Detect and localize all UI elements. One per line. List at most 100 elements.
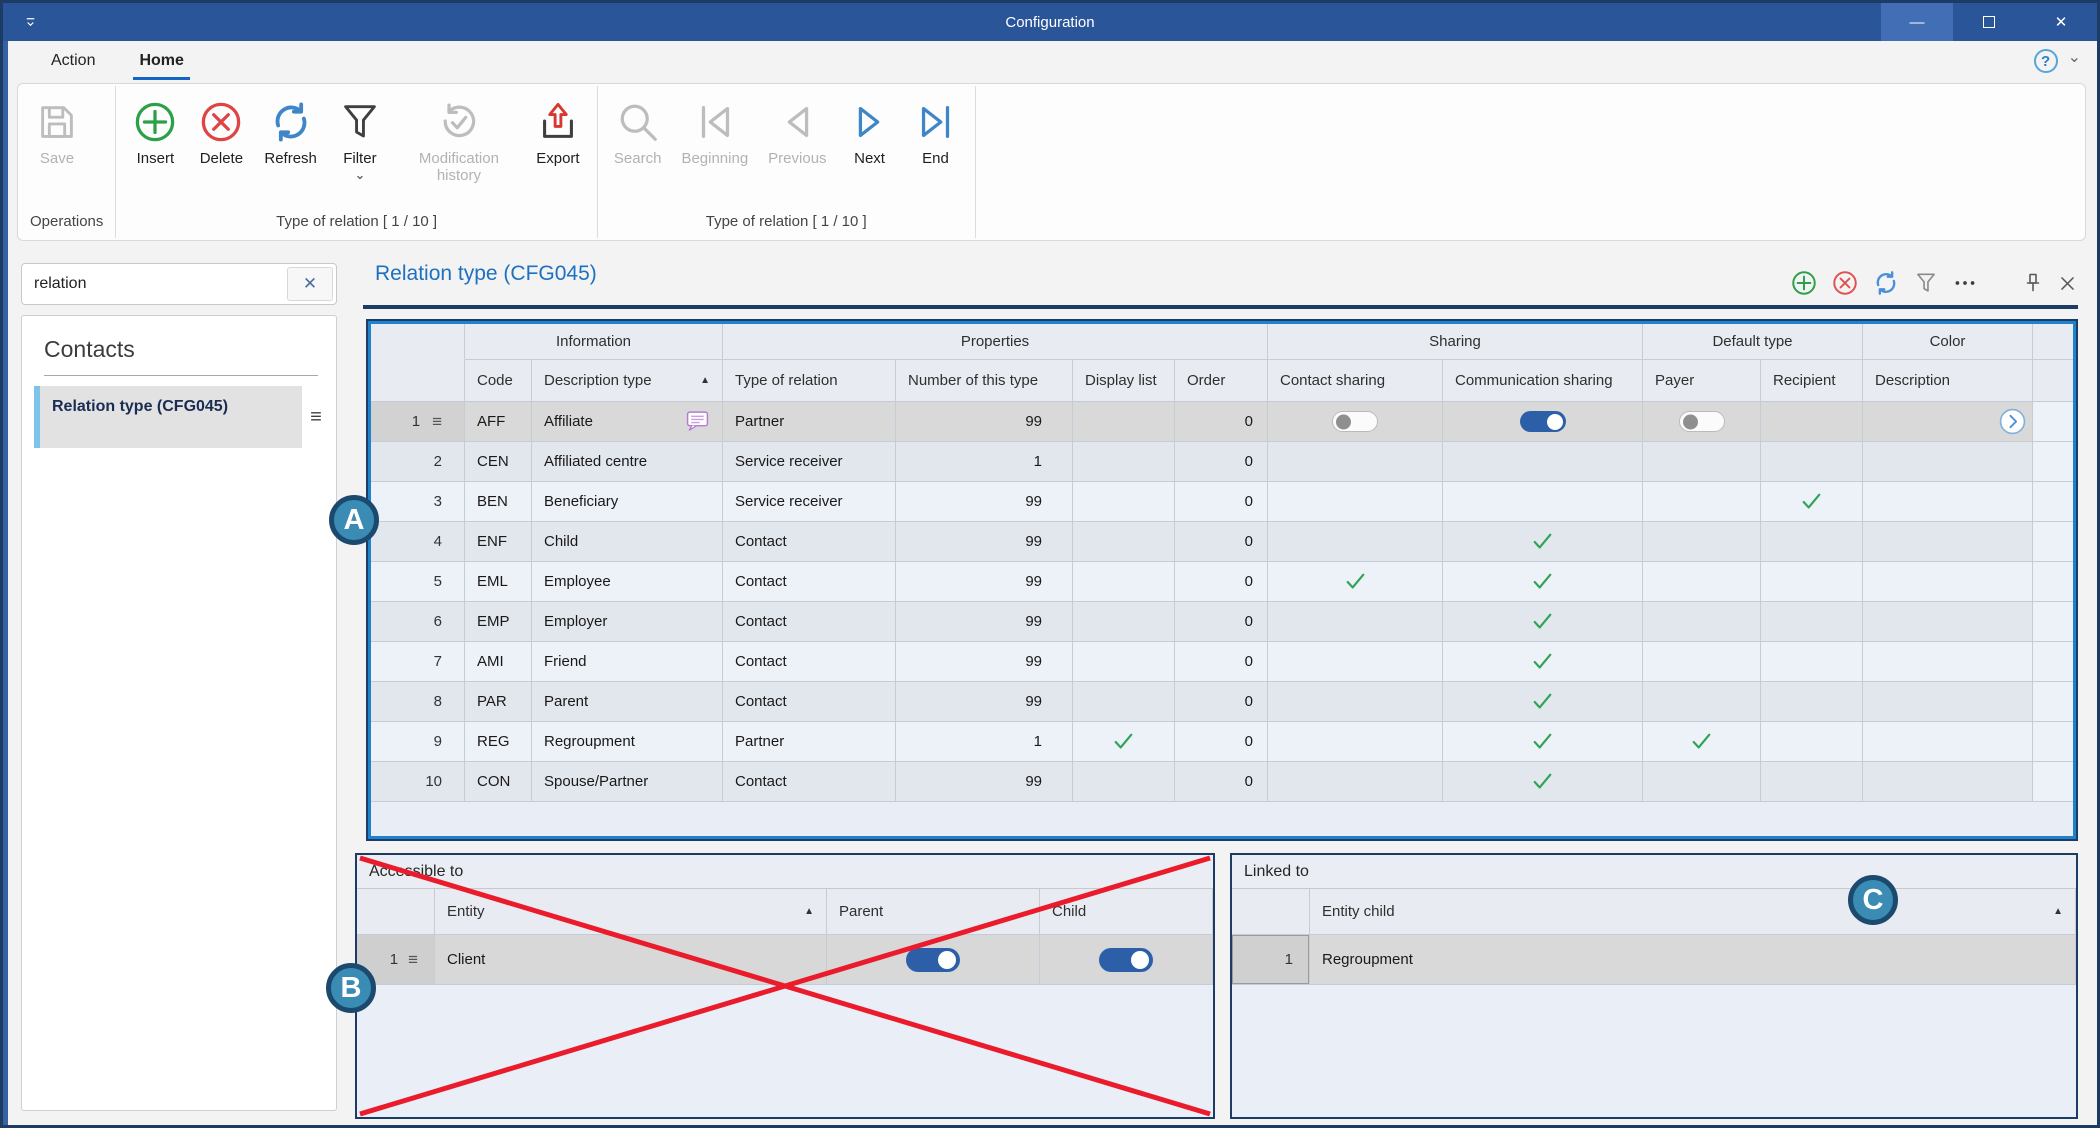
modification-history-button[interactable]: Modification history (393, 90, 525, 185)
delete-icon (198, 96, 244, 148)
row-header[interactable]: 6 (371, 602, 465, 642)
ribbon-group-label: Type of relation [ 1 / 10 ] (122, 205, 591, 236)
row-header[interactable]: 2 (371, 442, 465, 482)
communication_sharing-toggle[interactable] (1520, 411, 1566, 432)
search-input[interactable] (22, 264, 287, 304)
add-button[interactable] (1790, 269, 1818, 297)
grid-corner (1232, 889, 1310, 935)
table-row[interactable]: 10CONSpouse/PartnerContact990 (371, 762, 2073, 802)
column-header-description-type[interactable]: Description type▲ (532, 360, 723, 402)
row-header[interactable]: 4 (371, 522, 465, 562)
tab-home[interactable]: Home (117, 41, 205, 81)
table-row[interactable]: 1≡Client (357, 935, 1213, 985)
column-header-number-of-this-type[interactable]: Number of this type (896, 360, 1073, 402)
note-icon[interactable] (685, 410, 710, 433)
save-button[interactable]: Save (24, 90, 90, 168)
column-header-recipient[interactable]: Recipient (1761, 360, 1863, 402)
pin-button[interactable] (2021, 271, 2045, 295)
payer-toggle[interactable] (1679, 411, 1725, 432)
check-icon (1530, 609, 1555, 634)
end-button[interactable]: End (903, 90, 969, 168)
close-button[interactable] (2058, 274, 2077, 293)
previous-button[interactable]: Previous (758, 90, 836, 168)
next-button[interactable]: Next (837, 90, 903, 168)
cell-recipient (1761, 482, 1863, 522)
ribbon-groups: SaveOperationsInsertDeleteRefreshFilter⌄… (18, 84, 2085, 240)
quick-access-toolbar-icon[interactable] (23, 15, 38, 30)
row-handle-icon[interactable]: ≡ (408, 950, 418, 970)
table-row[interactable]: 4ENFChildContact990 (371, 522, 2073, 562)
refresh-button[interactable] (1872, 269, 1900, 297)
column-header-type-of-relation[interactable]: Type of relation (723, 360, 896, 402)
export-button[interactable]: Export (525, 90, 591, 168)
column-header-child[interactable]: Child (1040, 889, 1213, 935)
table-row[interactable]: 8PARParentContact990 (371, 682, 2073, 722)
column-header-contact-sharing[interactable]: Contact sharing (1268, 360, 1443, 402)
row-header[interactable]: 5 (371, 562, 465, 602)
table-row[interactable]: 6EMPEmployerContact990 (371, 602, 2073, 642)
column-header-description[interactable]: Description (1863, 360, 2033, 402)
toggle-knob (1131, 951, 1149, 969)
column-header-code[interactable]: Code (465, 360, 532, 402)
table-row[interactable]: 3BENBeneficiaryService receiver990 (371, 482, 2073, 522)
row-header[interactable]: 1 (1232, 935, 1310, 985)
column-header-display-list[interactable]: Display list (1073, 360, 1175, 402)
row-header[interactable]: 3 (371, 482, 465, 522)
close-button[interactable]: ✕ (2025, 3, 2097, 41)
menubar: ActionHome ? ⌄ (3, 41, 2097, 81)
search-clear-button[interactable]: ✕ (287, 267, 333, 301)
cell-description: Affiliate (532, 402, 723, 442)
column-header-order[interactable]: Order (1175, 360, 1268, 402)
tab-action[interactable]: Action (29, 41, 117, 81)
refresh-icon (268, 96, 314, 148)
contact_sharing-toggle[interactable] (1332, 411, 1378, 432)
help-icon[interactable]: ? (2034, 49, 2058, 73)
beginning-button[interactable]: Beginning (671, 90, 758, 168)
row-header[interactable]: 8 (371, 682, 465, 722)
minimize-button[interactable]: — (1881, 3, 1953, 41)
table-row[interactable]: 2CENAffiliated centreService receiver10 (371, 442, 2073, 482)
column-header-parent[interactable]: Parent (827, 889, 1040, 935)
item-menu-icon[interactable]: ≡ (302, 386, 330, 448)
column-header-entity[interactable]: Entity▲ (435, 889, 827, 935)
linked-to-panel: Linked to Entity child▲1Regroupment (1230, 853, 2078, 1119)
column-header-entity-child[interactable]: Entity child▲ (1310, 889, 2076, 935)
cell-communication-sharing (1443, 522, 1643, 562)
expand-row-chevron-icon[interactable] (1999, 408, 2026, 435)
toggle-knob (1336, 414, 1351, 429)
row-header[interactable]: 7 (371, 642, 465, 682)
parent-toggle[interactable] (906, 948, 960, 972)
cell-parent (827, 935, 1040, 985)
row-cells: AMIFriendContact990 (465, 642, 2033, 682)
cell-contact-sharing (1268, 442, 1443, 482)
refresh-button[interactable]: Refresh (254, 90, 327, 168)
delete-button[interactable] (1831, 269, 1859, 297)
row-handle-icon[interactable]: ≡ (432, 412, 442, 432)
ribbon: SaveOperationsInsertDeleteRefreshFilter⌄… (17, 83, 2086, 241)
ribbon-button-label: Insert (137, 151, 175, 168)
cell-color-description (1863, 442, 2033, 482)
table-row[interactable]: 9REGRegroupmentPartner10 (371, 722, 2073, 762)
search-button[interactable]: Search (604, 90, 672, 168)
filter-button[interactable]: Filter⌄ (327, 90, 393, 180)
column-header-communication-sharing[interactable]: Communication sharing (1443, 360, 1643, 402)
row-header[interactable]: 10 (371, 762, 465, 802)
row-header[interactable]: 1≡ (371, 402, 465, 442)
filter-button[interactable] (1913, 270, 1939, 296)
table-row[interactable]: 1Regroupment (1232, 935, 2076, 985)
table-row[interactable]: 5EMLEmployeeContact990 (371, 562, 2073, 602)
insert-button[interactable]: Insert (122, 90, 188, 168)
table-row[interactable]: 1≡AFFAffiliatePartner990 (371, 402, 2073, 442)
more-button[interactable] (1952, 270, 1978, 296)
cell-type-of-relation: Contact (723, 682, 896, 722)
maximize-button[interactable] (1953, 3, 2025, 41)
sidebar-item-relation-type[interactable]: Relation type (CFG045) (34, 386, 302, 448)
sidebar-panel: Contacts Relation type (CFG045) ≡ (21, 315, 337, 1111)
ribbon-collapse-chevron-icon[interactable]: ⌄ (2068, 47, 2081, 67)
row-header[interactable]: 9 (371, 722, 465, 762)
table-row[interactable]: 7AMIFriendContact990 (371, 642, 2073, 682)
cell-recipient (1761, 642, 1863, 682)
child-toggle[interactable] (1099, 948, 1153, 972)
column-header-payer[interactable]: Payer (1643, 360, 1761, 402)
delete-button[interactable]: Delete (188, 90, 254, 168)
